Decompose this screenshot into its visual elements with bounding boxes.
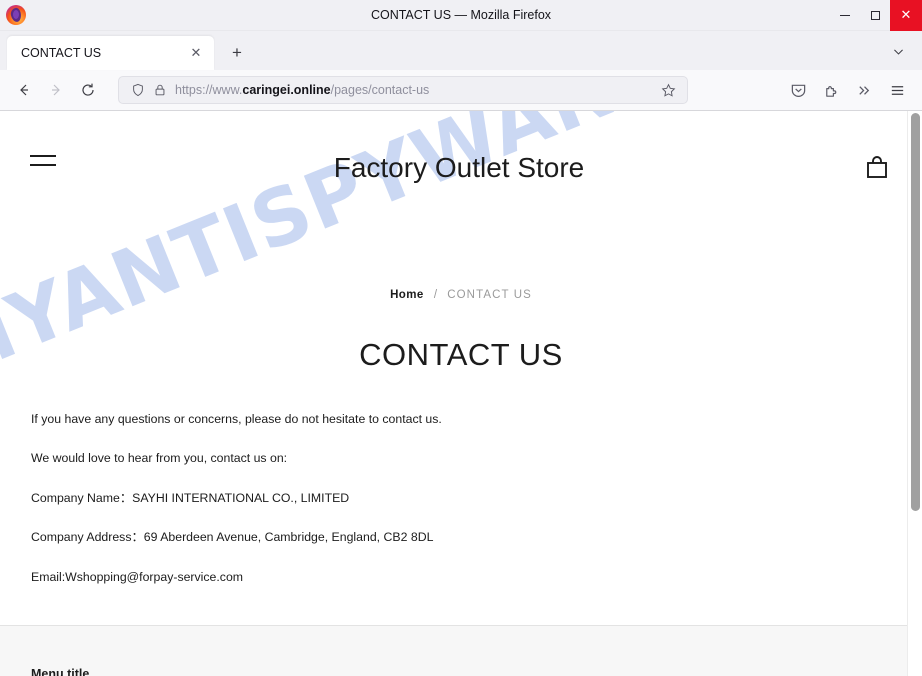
address-bar[interactable]: https://www.caringei.online/pages/contac…: [118, 76, 688, 104]
reload-icon[interactable]: [72, 75, 104, 105]
browser-window: CONTACT US — Mozilla Firefox ✕ CONTACT U…: [0, 0, 922, 676]
shield-icon[interactable]: [127, 83, 149, 97]
url-prefix: https://www.: [175, 83, 243, 97]
forward-arrow-icon: [40, 75, 72, 105]
paragraph-email: Email:Wshopping@forpay-service.com: [31, 569, 244, 584]
url-text[interactable]: https://www.caringei.online/pages/contac…: [171, 83, 657, 97]
title-bar: CONTACT US — Mozilla Firefox ✕: [0, 0, 922, 31]
overflow-chevrons-icon[interactable]: [848, 75, 881, 105]
site-footer: Menu title: [0, 625, 922, 676]
scrollbar-thumb[interactable]: [911, 113, 920, 511]
contact-body-copy: If you have any questions or concerns, p…: [31, 410, 731, 586]
web-page: MYANTISPYWARE.COM Factory Outlet Store H…: [0, 111, 922, 676]
breadcrumb-separator: /: [433, 289, 438, 301]
breadcrumb-home-link[interactable]: Home: [390, 289, 424, 301]
breadcrumb-current: CONTACT US: [447, 289, 532, 301]
toolbar-right-icons: [782, 75, 914, 105]
site-title: Factory Outlet Store: [333, 152, 585, 183]
application-menu-icon[interactable]: [881, 75, 914, 105]
page-content: Home / CONTACT US CONTACT US If you have…: [0, 289, 922, 586]
paragraph-intro: If you have any questions or concerns, p…: [31, 412, 442, 426]
tab-contact-us[interactable]: CONTACT US ✕: [7, 36, 214, 70]
back-arrow-icon[interactable]: [8, 75, 40, 105]
paragraph-hear-from-you: We would love to hear from you, contact …: [31, 451, 288, 466]
page-scrollbar[interactable]: [907, 111, 922, 676]
window-title: CONTACT US — Mozilla Firefox: [370, 7, 552, 22]
pocket-save-icon[interactable]: [782, 75, 815, 105]
tab-close-icon[interactable]: ✕: [186, 43, 206, 63]
paragraph-company-name: Company Name：SAYHI INTERNATIONAL CO., LI…: [31, 490, 350, 505]
new-tab-button[interactable]: +: [222, 38, 252, 68]
shopping-bag-icon[interactable]: [858, 149, 888, 179]
breadcrumb: Home / CONTACT US: [0, 289, 922, 301]
paragraph-company-address: Company Address：69 Aberdeen Avenue, Camb…: [31, 530, 434, 545]
firefox-logo-icon: [6, 5, 26, 25]
tab-strip: CONTACT US ✕ +: [0, 31, 922, 70]
tab-label: CONTACT US: [21, 46, 102, 60]
page-title: CONTACT US: [359, 337, 563, 372]
chevron-down-icon[interactable]: [884, 37, 912, 65]
navigation-toolbar: https://www.caringei.online/pages/contac…: [0, 70, 922, 111]
extensions-puzzle-icon[interactable]: [815, 75, 848, 105]
lock-icon[interactable]: [149, 83, 171, 97]
footer-menu-title: Menu title: [31, 667, 90, 676]
maximize-button[interactable]: [860, 0, 890, 31]
window-controls: ✕: [830, 0, 922, 31]
page-viewport: MYANTISPYWARE.COM Factory Outlet Store H…: [0, 111, 922, 676]
url-path: /pages/contact-us: [330, 83, 430, 97]
star-icon[interactable]: [657, 83, 679, 98]
hamburger-menu-icon[interactable]: [30, 149, 60, 166]
url-host: caringei.online: [242, 83, 331, 97]
close-button[interactable]: ✕: [890, 0, 922, 31]
site-header: Factory Outlet Store: [0, 111, 922, 215]
minimize-button[interactable]: [830, 0, 860, 31]
